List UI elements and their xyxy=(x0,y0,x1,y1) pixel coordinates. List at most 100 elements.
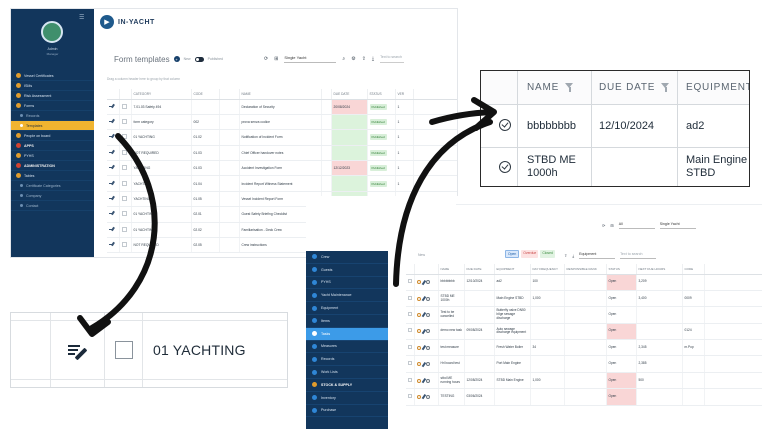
column-header[interactable] xyxy=(704,264,762,275)
table-row[interactable]: stbd ME running hours 12/08/2024 STBD Main… xyxy=(406,372,762,390)
sidebar-item[interactable]: Company xyxy=(11,191,94,201)
view-icon[interactable] xyxy=(426,329,430,334)
sidebar-item[interactable]: Tasks xyxy=(306,327,388,341)
sidebar-item[interactable]: Work Lists xyxy=(306,366,388,379)
edit-record-icon[interactable] xyxy=(68,343,90,361)
table-row[interactable]: YACHTING 01.04 Incident Report Witness Sta… xyxy=(107,175,457,192)
sidebar-item[interactable]: Contact xyxy=(11,201,94,211)
row-checkbox[interactable] xyxy=(121,134,127,140)
edit-icon[interactable] xyxy=(421,279,426,285)
filter-funnel-icon[interactable] xyxy=(661,83,670,92)
new-label[interactable]: New xyxy=(184,57,191,61)
sidebar-item[interactable]: Inventory xyxy=(306,392,388,405)
search-input[interactable]: Text to search xyxy=(380,55,405,63)
complete-task-icon[interactable] xyxy=(416,345,421,350)
row-checkbox[interactable] xyxy=(121,196,127,202)
complete-task-icon[interactable] xyxy=(416,296,421,301)
yacht-select[interactable]: Single Yacht xyxy=(284,55,337,63)
view-icon[interactable] xyxy=(426,312,430,317)
tab-closed[interactable]: Closed xyxy=(540,250,555,258)
edit-icon[interactable] xyxy=(421,394,426,400)
view-icon[interactable] xyxy=(426,362,430,367)
download-icon[interactable]: ⤓ xyxy=(572,253,574,258)
complete-task-icon[interactable] xyxy=(499,161,511,173)
due-date-column-header[interactable]: DUE DATE xyxy=(599,82,670,93)
sidebar-item[interactable]: APPS xyxy=(11,141,94,151)
column-header[interactable] xyxy=(321,89,332,100)
row-checkbox[interactable] xyxy=(408,344,412,349)
share-icon[interactable]: ⇪ xyxy=(564,253,567,258)
column-header[interactable]: RESPONSIBLE RANK xyxy=(564,264,607,275)
tab-overdue[interactable]: Overdue xyxy=(521,250,539,258)
edit-icon[interactable] xyxy=(421,378,426,384)
published-toggle[interactable] xyxy=(194,56,204,62)
share-icon[interactable]: ⇪ xyxy=(362,56,366,62)
row-checkbox[interactable] xyxy=(408,394,412,399)
edit-icon[interactable] xyxy=(109,150,115,155)
column-header[interactable]: CATEGORY xyxy=(131,89,192,100)
edit-icon[interactable] xyxy=(109,165,115,170)
row-checkbox[interactable] xyxy=(408,312,412,317)
row-checkbox[interactable] xyxy=(121,180,127,186)
edit-icon[interactable] xyxy=(421,312,426,318)
add-icon[interactable]: + xyxy=(173,56,180,62)
column-header[interactable] xyxy=(414,264,439,275)
edit-icon[interactable] xyxy=(109,242,115,247)
column-header[interactable] xyxy=(406,264,415,275)
table-row[interactable]: 7.01.03 Safety 494 Declaration of Securit… xyxy=(107,99,457,115)
column-header[interactable]: NAME xyxy=(239,89,322,100)
table-row[interactable]: STBD ME 1000h Main Engine STBD 1,000 Open 3,… xyxy=(406,290,762,308)
filter-funnel-icon[interactable] xyxy=(565,83,574,92)
sidebar-item[interactable]: ADMINISTRATION xyxy=(11,161,94,171)
row-checkbox[interactable] xyxy=(408,377,412,382)
column-header[interactable]: EQUIPMENT xyxy=(494,264,531,275)
column-header[interactable] xyxy=(219,89,240,100)
edit-icon[interactable] xyxy=(421,361,426,367)
column-header[interactable] xyxy=(119,89,132,100)
column-header[interactable]: NEXT DUE HOURS xyxy=(636,264,683,275)
row-checkbox[interactable] xyxy=(408,328,412,333)
complete-task-icon[interactable] xyxy=(416,329,421,334)
view-icon[interactable] xyxy=(426,345,430,350)
view-icon[interactable] xyxy=(426,394,430,399)
sidebar-item[interactable]: Yacht Maintenance xyxy=(306,289,388,303)
row-checkbox[interactable] xyxy=(121,242,127,248)
column-header[interactable]: STATUS xyxy=(367,89,396,100)
sidebar-item[interactable]: Vessel Certificates xyxy=(11,71,94,81)
search-input[interactable]: Text to search xyxy=(620,252,657,259)
filter-icon[interactable]: ⊞ xyxy=(274,56,278,62)
edit-icon[interactable] xyxy=(109,104,115,109)
equipment-select[interactable]: Equipment xyxy=(579,252,616,259)
complete-task-icon[interactable] xyxy=(416,362,421,367)
new-label[interactable]: New xyxy=(418,253,425,257)
table-row[interactable]: bbbbbbbb 12/10/2024 ad2 100 Open 3,209 xyxy=(406,274,762,291)
table-row[interactable]: Hrl board test Port Main Engine Open 2,385 xyxy=(406,355,762,373)
sidebar-item[interactable]: STOCK & SUPPLY xyxy=(306,379,388,392)
edit-icon[interactable] xyxy=(109,119,115,124)
complete-task-icon[interactable] xyxy=(499,119,511,131)
edit-icon[interactable] xyxy=(109,227,115,232)
row-select-checkbox[interactable] xyxy=(115,341,133,359)
row-checkbox[interactable] xyxy=(121,211,127,217)
row-checkbox[interactable] xyxy=(121,149,127,155)
filter-icon[interactable]: ⊞ xyxy=(610,223,613,228)
table-row[interactable]: TESTING 03/06/2024 Open xyxy=(406,388,762,406)
sidebar-item[interactable]: Purchase xyxy=(306,405,388,418)
edit-icon[interactable] xyxy=(109,211,115,216)
row-checkbox[interactable] xyxy=(121,103,127,109)
yacht-select[interactable]: Single Yacht xyxy=(659,222,696,229)
column-header[interactable]: NAME xyxy=(438,264,465,275)
table-row[interactable]: Test to be cancelled Butterfly valve DN50… xyxy=(406,306,762,324)
sidebar-item[interactable]: Measures xyxy=(306,341,388,354)
column-header[interactable] xyxy=(107,89,120,100)
complete-task-icon[interactable] xyxy=(416,378,421,383)
table-row[interactable]: test measure Fresh Water Boiler 34 Open 2,34… xyxy=(406,339,762,357)
avatar[interactable] xyxy=(41,21,63,43)
refresh-icon[interactable]: ⟳ xyxy=(602,223,605,228)
view-icon[interactable] xyxy=(426,378,430,383)
edit-icon[interactable] xyxy=(109,181,115,186)
hamburger-icon[interactable]: ☰ xyxy=(79,14,84,21)
sidebar-item[interactable]: Tables xyxy=(11,171,94,181)
sidebar-item[interactable]: Crew xyxy=(306,251,388,264)
complete-task-icon[interactable] xyxy=(416,394,421,399)
